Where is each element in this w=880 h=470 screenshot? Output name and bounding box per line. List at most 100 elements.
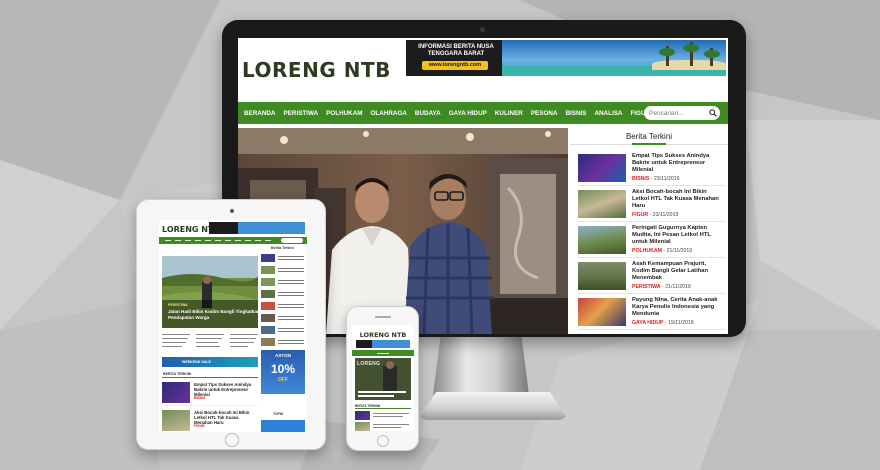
news-date: 23/11/2019 xyxy=(653,176,680,182)
tablet-search-input[interactable] xyxy=(281,238,303,243)
tablet-side-item[interactable] xyxy=(261,301,305,311)
phone-device: LORENG NTB LORENG BERITA TERKINI xyxy=(346,306,419,451)
palm-leaf-icon xyxy=(704,50,720,58)
phone-heading-underline xyxy=(355,408,411,409)
phone-header-banner[interactable] xyxy=(356,340,410,348)
tablet-side-item[interactable] xyxy=(261,277,305,287)
monitor-stand xyxy=(418,392,568,420)
palm-leaf-icon xyxy=(659,48,675,56)
news-title[interactable]: Aksi Bocah-bocah Ini Bikin Letkol HTL Ta… xyxy=(632,189,724,211)
tablet-home-button[interactable] xyxy=(225,433,239,447)
news-thumbnail[interactable] xyxy=(578,190,626,218)
news-title[interactable]: Payung Nina, Cerita Anak-anak Karya Penu… xyxy=(632,297,724,319)
tablet-news-item[interactable]: Aksi Bocah-bocah Ini Bikin Letkol HTL Ta… xyxy=(162,408,258,432)
tablet-header-banner[interactable] xyxy=(209,222,305,234)
tablet-news-category[interactable]: FIGUR xyxy=(194,424,205,428)
news-category[interactable]: POLHUKAM xyxy=(632,248,662,254)
news-title[interactable]: Asah Kemampuan Prajurit, Kodim Bangli Ge… xyxy=(632,261,724,283)
tablet-ad-banner-small[interactable] xyxy=(261,420,305,432)
nav-item-beranda[interactable]: BERANDA xyxy=(244,110,276,117)
banner-url: www.lorengntb.com xyxy=(422,61,488,70)
ad-brand: ASTON xyxy=(275,353,291,358)
tablet-berita-heading: BERITA TERKINI xyxy=(163,372,192,376)
news-item[interactable]: Asah Kemampuan Prajurit, Kodim Bangli Ge… xyxy=(578,260,726,294)
nav-item-polhukam[interactable]: POLHUKAM xyxy=(326,110,362,117)
news-date: 21/11/2019 xyxy=(665,284,691,290)
nav-item-olahraga[interactable]: OLAHRAGA xyxy=(371,110,407,117)
news-category[interactable]: BISNIS xyxy=(632,176,649,182)
monitor-neck xyxy=(433,335,529,395)
ad-label: OFF xyxy=(278,377,288,383)
tablet-side-item[interactable] xyxy=(261,325,305,335)
nav-item-kuliner[interactable]: KULINER xyxy=(495,110,523,117)
news-meta: POLHUKAM - 21/11/2019 xyxy=(632,248,693,254)
search-input[interactable] xyxy=(649,107,707,119)
search-icon[interactable] xyxy=(707,107,719,119)
ad-discount: 10% xyxy=(270,362,296,376)
phone-home-button[interactable] xyxy=(377,435,389,447)
news-date: 19/11/2019 xyxy=(668,320,694,326)
tablet-camera xyxy=(230,209,234,213)
tablet-heading-underline xyxy=(162,377,258,378)
tablet-news-category[interactable]: BISNIS xyxy=(194,396,205,400)
news-meta: BISNIS - 23/11/2019 xyxy=(632,176,680,182)
phone-featured-photo[interactable]: LORENG xyxy=(355,358,411,400)
tablet-news-thumbnail[interactable] xyxy=(162,382,190,403)
palm-leaf-icon xyxy=(683,44,699,52)
sidebar-title: Berita Terkini xyxy=(570,132,728,145)
news-category[interactable]: FIGUR xyxy=(632,212,648,218)
tablet-featured-category[interactable]: PERISTIWA xyxy=(168,303,188,307)
news-category[interactable]: GAYA HIDUP xyxy=(632,320,663,326)
phone-news-item[interactable] xyxy=(355,411,411,421)
site-header: LORENG NTB INFORMASI BERITA NUSA TENGGAR… xyxy=(238,38,728,102)
news-thumbnail[interactable] xyxy=(578,298,626,326)
tablet-side-item[interactable] xyxy=(261,337,305,347)
news-item[interactable]: Payung Nina, Cerita Anak-anak Karya Penu… xyxy=(578,296,726,330)
tablet-news-thumbnail[interactable] xyxy=(162,410,190,431)
site-logo[interactable]: LORENG NTB xyxy=(242,58,391,82)
phone-news-item[interactable] xyxy=(355,422,411,431)
tablet-sale-banner[interactable]: WEEKEND SALE xyxy=(162,357,258,367)
tablet-side-item[interactable] xyxy=(261,253,305,263)
tablet-news-item[interactable]: Empat Tips Sukses Anindya Bakrie untuk E… xyxy=(162,380,258,406)
berita-terkini-sidebar: Berita Terkini Empat Tips Sukses Anindya… xyxy=(570,128,728,334)
news-meta: GAYA HIDUP - 19/11/2019 xyxy=(632,320,694,326)
tablet-side-item[interactable] xyxy=(261,289,305,299)
tablet-featured-title[interactable]: Jalan Hadi Bikin Kodim Bangli Tingkatkan… xyxy=(168,309,258,320)
phone-screen: LORENG NTB LORENG BERITA TERKINI xyxy=(352,325,414,431)
header-banner-ad[interactable]: INFORMASI BERITA NUSA TENGGARA BARAT www… xyxy=(406,40,726,76)
phone-nav[interactable] xyxy=(352,350,414,356)
tablet-side-item[interactable] xyxy=(261,265,305,275)
nav-item-bisnis[interactable]: BISNIS xyxy=(565,110,586,117)
tablet-sidebar-title: Berita Terkini xyxy=(271,246,294,250)
news-date: 21/11/2019 xyxy=(666,248,693,254)
search-box xyxy=(644,106,720,120)
news-item[interactable]: Aksi Bocah-bocah Ini Bikin Letkol HTL Ta… xyxy=(578,188,726,222)
news-date: 23/11/2019 xyxy=(652,212,679,218)
nav-item-analisa[interactable]: ANALISA xyxy=(594,110,622,117)
news-item[interactable]: Peringati Gugurnya Kapten Mudita, Ini Pe… xyxy=(578,224,726,258)
monitor-camera xyxy=(480,27,485,32)
news-title[interactable]: Peringati Gugurnya Kapten Mudita, Ini Pe… xyxy=(632,225,724,247)
news-thumbnail[interactable] xyxy=(578,154,626,182)
nav-item-budaya[interactable]: BUDAYA xyxy=(415,110,441,117)
news-meta: FIGUR - 23/11/2019 xyxy=(632,212,679,218)
tablet-featured-photo[interactable]: PERISTIWA Jalan Hadi Bikin Kodim Bangli … xyxy=(162,256,258,328)
nav-item-peristiwa[interactable]: PERISTIWA xyxy=(284,110,319,117)
nav-item-pesona[interactable]: PESONA xyxy=(531,110,558,117)
news-meta: PERISTIWA - 21/11/2019 xyxy=(632,284,691,290)
phone-site-logo[interactable]: LORENG NTB xyxy=(352,331,414,339)
tablet-text-grid xyxy=(162,332,258,356)
nav-item-gaya-hidup[interactable]: GAYA HIDUP xyxy=(449,110,487,117)
tablet-side-item[interactable] xyxy=(261,313,305,323)
news-title[interactable]: Empat Tips Sukses Anindya Bakrie untuk E… xyxy=(632,153,724,175)
tablet-ad-banner[interactable]: ASTON 10% OFF xyxy=(261,350,305,394)
news-thumbnail[interactable] xyxy=(578,226,626,254)
news-item[interactable]: Empat Tips Sukses Anindya Bakrie untuk E… xyxy=(578,152,726,186)
phone-featured-image xyxy=(383,361,397,392)
banner-headline: INFORMASI BERITA NUSA TENGGARA BARAT xyxy=(418,44,494,57)
main-nav: BERANDA PERISTIWA POLHUKAM OLAHRAGA BUDA… xyxy=(238,102,728,124)
news-thumbnail[interactable] xyxy=(578,262,626,290)
news-category[interactable]: PERISTIWA xyxy=(632,284,661,290)
phone-speaker xyxy=(375,316,391,318)
